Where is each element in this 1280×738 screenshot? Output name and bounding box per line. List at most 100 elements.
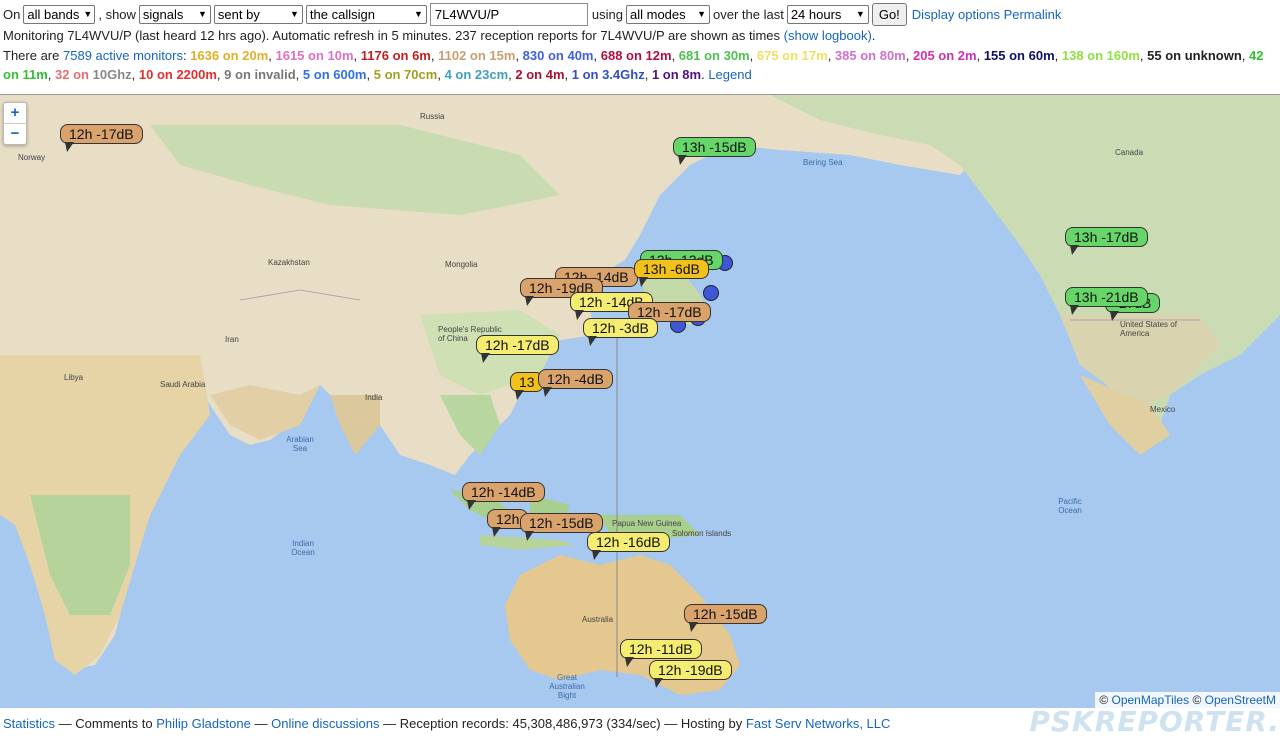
callsign-input[interactable]: 7L4WVU/P (429, 2, 588, 26)
mode-select[interactable]: all modes ▼ (626, 4, 710, 24)
go-button[interactable]: Go! (871, 2, 907, 26)
report-bubble[interactable]: 13h -17dB (1065, 227, 1148, 255)
chevron-down-icon: ▼ (855, 9, 865, 19)
band-separator: , (366, 67, 374, 82)
chevron-down-icon: ▼ (414, 9, 423, 19)
band-count: 1176 on 6m (360, 48, 431, 63)
show-select-value: signals (142, 6, 184, 22)
map-label-libya: Libya (64, 373, 84, 382)
band-separator: , (564, 67, 572, 82)
bubble-tail-icon (65, 142, 74, 152)
report-bubble[interactable]: 12h -14dB (462, 482, 545, 510)
map-label-great-bight: Great Australian Bight (549, 673, 585, 700)
band-count: 4 on 23cm (444, 67, 509, 82)
target-select[interactable]: the callsign ▼ (305, 4, 427, 24)
report-bubble[interactable]: 12h -15dB (684, 604, 767, 632)
query-controls: On all bands ▼ , show signals ▼ sent by ▼ t… (3, 2, 1062, 26)
receiver-dot[interactable] (703, 285, 719, 301)
display-options-link[interactable]: Display options (912, 7, 1000, 22)
author-link[interactable]: Philip Gladstone (156, 716, 251, 731)
footer: Statistics — Comments to Philip Gladston… (3, 716, 890, 731)
hosting-link[interactable]: Fast Serv Networks, LLC (746, 716, 891, 731)
report-bubble[interactable]: 12h -3dB (583, 318, 658, 346)
band-count: 10 on 2200m (138, 67, 217, 82)
openmaptiles-link[interactable]: OpenMapTiles (1112, 693, 1190, 707)
zoom-in-button[interactable]: + (4, 103, 26, 123)
band-counts: 1636 on 20m, 1615 on 10m, 1176 on 6m, 11… (3, 48, 1263, 82)
band-count: 830 on 40m (522, 48, 594, 63)
bubble-tail-icon (639, 277, 648, 287)
report-bubble[interactable]: 12h -19dB (649, 660, 732, 688)
band-count: 138 on 160m (1061, 48, 1140, 63)
report-text: 12h -11dB (629, 641, 693, 657)
report-text: 12h (496, 511, 520, 527)
bubble-tail-icon (1070, 305, 1079, 315)
show-logbook-link[interactable]: (show logbook) (784, 28, 872, 43)
band-separator: , (295, 67, 303, 82)
map-label-australia: Australia (582, 615, 614, 624)
band-separator: , (1241, 48, 1250, 63)
openstreetmap-link[interactable]: OpenStreetM (1205, 693, 1276, 707)
report-bubble[interactable]: 13h -21dB (1065, 287, 1148, 315)
band-count: 155 on 60m (983, 48, 1055, 63)
report-bubble[interactable]: 12h -17dB (60, 124, 143, 152)
chevron-down-icon: ▼ (83, 9, 93, 19)
band-count: 688 on 12m (600, 48, 672, 63)
map-label-bering-sea: Bering Sea (803, 158, 843, 167)
report-bubble[interactable]: 12h -17dB (476, 335, 559, 363)
band-count: 385 on 80m (834, 48, 906, 63)
statistics-link[interactable]: Statistics (3, 716, 55, 731)
legend-link[interactable]: Legend (708, 67, 751, 82)
report-text: 13 (519, 374, 535, 390)
report-bubble[interactable]: 13h -6dB (634, 259, 709, 287)
map-label-mongolia: Mongolia (445, 260, 478, 269)
report-bubble[interactable]: 13h -15dB (673, 137, 756, 165)
map-label-russia: Russia (420, 112, 445, 121)
map-attribution: © OpenMapTiles © OpenStreetM (1095, 692, 1280, 708)
report-text: 13h -21dB (1074, 289, 1139, 305)
period-select-value: 24 hours (790, 6, 842, 22)
over-label: over the last (713, 6, 784, 22)
using-label: using (591, 6, 623, 22)
period-select[interactable]: 24 hours ▼ (786, 4, 869, 24)
map-label-kazakhstan: Kazakhstan (268, 258, 310, 267)
zoom-out-button[interactable]: − (4, 123, 26, 144)
report-bubble[interactable]: 12h -11dB (620, 639, 702, 667)
mode-select-value: all modes (630, 6, 686, 22)
map-label-indian-ocean: Indian Ocean (291, 539, 315, 557)
chevron-down-icon: ▼ (198, 9, 207, 19)
band-count: 5 on 600m (302, 67, 367, 82)
active-monitors-link[interactable]: 7589 active monitors (63, 48, 183, 63)
bubble-tail-icon (543, 387, 552, 397)
bubble-tail-icon (654, 678, 663, 688)
show-select[interactable]: signals ▼ (138, 4, 211, 24)
discussions-link[interactable]: Online discussions (271, 716, 379, 731)
band-separator: , (131, 67, 139, 82)
permalink-link[interactable]: Permalink (1004, 7, 1062, 22)
band-count: 1 on 3.4Ghz (571, 67, 645, 82)
band-separator: , (671, 48, 679, 63)
band-separator: , (827, 48, 835, 63)
report-bubble[interactable]: 12h -4dB (538, 369, 613, 397)
world-map[interactable]: + − Russia Mongolia Kazakhstan People's … (0, 94, 1280, 708)
report-bubble[interactable]: 12h -15dB (520, 513, 603, 541)
footer-sep: — (254, 716, 268, 731)
chevron-down-icon: ▼ (697, 9, 706, 19)
monitoring-status: Monitoring 7L4WVU/P (last heard 12 hrs a… (3, 28, 875, 43)
map-label-usa: United States of America (1120, 320, 1177, 338)
direction-select[interactable]: sent by ▼ (213, 4, 303, 24)
band-separator: , (976, 48, 984, 63)
report-bubble[interactable]: 12h -16dB (587, 532, 670, 560)
bubble-tail-icon (492, 527, 501, 537)
band-separator: , (515, 48, 523, 63)
band-separator: , (1054, 48, 1062, 63)
report-text: 12h -16dB (596, 534, 661, 550)
bubble-tail-icon (625, 657, 634, 667)
band-separator: , (905, 48, 913, 63)
band-count: 5 on 70cm (373, 67, 438, 82)
band-select[interactable]: all bands ▼ (23, 4, 96, 24)
map-label-arabian-sea: Arabian Sea (286, 435, 314, 453)
bubble-tail-icon (689, 622, 698, 632)
band-count: 675 on 17m (756, 48, 828, 63)
bubble-tail-icon (1070, 245, 1079, 255)
